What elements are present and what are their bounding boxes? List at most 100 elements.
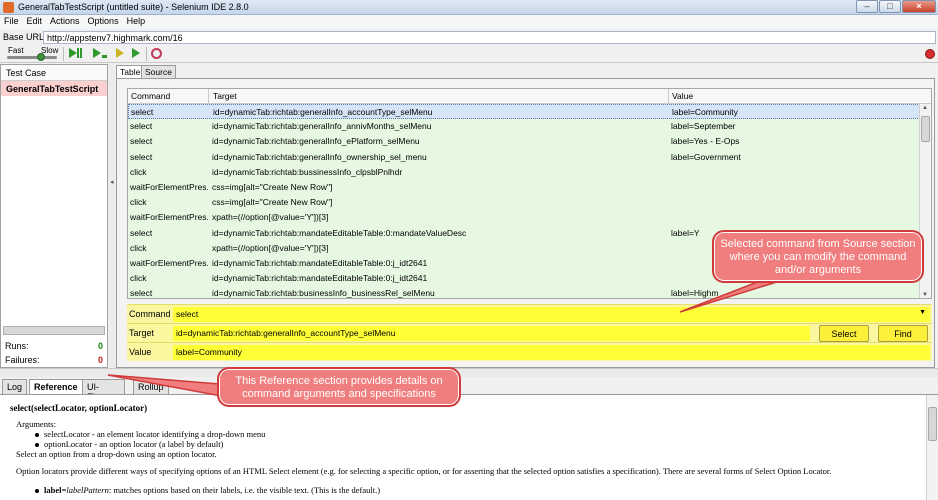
argument-item: optionLocator - an option locator (a lab…	[44, 439, 224, 449]
command-input[interactable]: select	[173, 307, 930, 322]
row-target: xpath=(//option[@value='Y'])[3]	[212, 212, 329, 223]
row-command: click	[130, 273, 147, 284]
column-divider	[208, 89, 209, 104]
row-target: css=img[alt="Create New Row"]	[212, 181, 333, 192]
scroll-up-icon[interactable]: ▲	[922, 105, 928, 111]
value-label: Value	[129, 347, 152, 357]
maximize-button[interactable]: □	[879, 0, 901, 13]
failures-label: Failures:	[5, 355, 40, 365]
window-controls: – □ ×	[855, 0, 936, 14]
play-test-case-icon[interactable]	[93, 48, 107, 59]
base-url-row: Base URL http://appstenv7.highmark.com/1…	[0, 30, 938, 45]
select-button[interactable]: Select	[819, 325, 869, 342]
bullet-icon	[35, 433, 39, 437]
runs-count: 0	[97, 341, 103, 351]
column-header-target[interactable]: Target	[213, 91, 237, 101]
reference-scrollbar[interactable]	[926, 395, 938, 500]
toolbar-separator	[63, 47, 64, 61]
tab-source[interactable]: Source	[141, 65, 176, 78]
row-target: id=dynamicTab:richtab:mandateEditableTab…	[212, 273, 428, 284]
label-keyword: label=	[44, 485, 67, 495]
table-row[interactable]: select id=dynamicTab:richtab:generalInfo_…	[128, 119, 920, 135]
run-progress-bar	[3, 326, 105, 335]
command-dropdown-icon[interactable]: ▼	[919, 309, 926, 316]
close-button[interactable]: ×	[902, 0, 936, 13]
table-row[interactable]: click css=img[alt="Create New Row"]	[128, 195, 920, 211]
column-header-value[interactable]: Value	[672, 91, 693, 101]
minimize-button[interactable]: –	[856, 0, 878, 13]
scrollbar-thumb[interactable]	[928, 407, 937, 441]
selenium-app-icon	[3, 2, 14, 13]
bullet-icon	[35, 443, 39, 447]
label-pattern: labelPattern	[66, 485, 109, 495]
row-target: xpath=(//option[@value='Y'])[3]	[212, 242, 329, 253]
label-locator-item: label=labelPattern: matches options base…	[44, 485, 380, 495]
row-command: select	[130, 288, 153, 299]
window-title: GeneralTabTestScript (untitled suite) - …	[18, 2, 249, 12]
failures-count: 0	[97, 355, 103, 365]
table-row[interactable]: select id=dynamicTab:richtab:generalInfo_…	[128, 104, 920, 120]
table-row[interactable]: waitForElementPres... xpath=(//option[@va…	[128, 210, 920, 226]
target-input[interactable]: id=dynamicTab:richtab:generalInfo_accoun…	[173, 326, 810, 341]
row-target: id=dynamicTab:richtab:bussinessInfo_clps…	[212, 166, 403, 177]
record-icon[interactable]	[925, 49, 935, 59]
table-header: Command Target Value	[128, 89, 931, 104]
table-row[interactable]: waitForElementPres... css=img[alt="Create…	[128, 179, 920, 196]
row-command: select	[130, 151, 153, 162]
row-command: click	[130, 197, 147, 208]
tab-reference[interactable]: Reference	[29, 379, 83, 394]
tab-ui-element[interactable]: UI-Element	[82, 379, 126, 402]
value-row: Value label=Community	[127, 342, 932, 361]
tab-log[interactable]: Log	[2, 379, 28, 394]
source-callout: Selected command from Source section whe…	[712, 230, 924, 283]
speed-slider[interactable]	[7, 56, 57, 59]
menu-options[interactable]: Options	[84, 15, 123, 26]
scrollbar-thumb[interactable]	[921, 116, 930, 142]
reference-paragraph: Option locators provide different ways o…	[16, 466, 832, 476]
base-url-label: Base URL	[3, 32, 45, 42]
column-header-command[interactable]: Command	[131, 91, 170, 101]
base-url-input[interactable]: http://appstenv7.highmark.com/16	[43, 31, 936, 44]
pause-step-icon[interactable]	[132, 48, 144, 59]
target-label: Target	[129, 328, 155, 338]
menu-actions[interactable]: Actions	[46, 15, 84, 26]
tab-rollup[interactable]: Rollup	[133, 379, 169, 394]
table-row[interactable]: select id=dynamicTab:richtab:businessInfo…	[128, 286, 920, 299]
argument-item: selectLocator - an element locator ident…	[44, 429, 266, 439]
reference-description: Select an option from a drop-down using …	[16, 449, 217, 459]
rollup-icon[interactable]	[151, 48, 162, 59]
row-target: id=dynamicTab:richtab:generalInfo_accoun…	[213, 107, 433, 117]
vertical-splitter[interactable]: ◂	[109, 64, 115, 368]
bullet-icon	[35, 489, 39, 493]
test-case-panel: Test Case GeneralTabTestScript Runs: 0 F…	[0, 64, 108, 368]
play-suite-icon[interactable]	[69, 48, 82, 59]
row-value: label=September	[671, 121, 736, 132]
row-command: click	[130, 242, 147, 253]
speed-slider-thumb[interactable]	[37, 53, 45, 61]
menu-help[interactable]: Help	[123, 15, 150, 26]
target-row: Target id=dynamicTab:richtab:generalInfo…	[127, 323, 932, 342]
row-command: waitForElementPres...	[130, 212, 208, 223]
menu-edit[interactable]: Edit	[23, 15, 47, 26]
test-case-item[interactable]: GeneralTabTestScript	[1, 81, 107, 96]
row-value: label=Highm	[671, 288, 719, 299]
horizontal-splitter[interactable]	[0, 368, 938, 377]
title-bar: GeneralTabTestScript (untitled suite) - …	[0, 0, 938, 15]
collapse-arrow-icon[interactable]: ◂	[110, 178, 114, 186]
table-row[interactable]: click id=dynamicTab:richtab:bussinessInfo…	[128, 164, 920, 180]
row-target: id=dynamicTab:richtab:mandateEditableTab…	[212, 257, 428, 268]
row-command: waitForElementPres...	[130, 181, 208, 192]
menu-file[interactable]: File	[0, 15, 23, 26]
toolbar-separator	[146, 47, 147, 61]
row-target: id=dynamicTab:richtab:businessInfo_busin…	[212, 288, 435, 299]
row-target: id=dynamicTab:richtab:generalInfo_owners…	[212, 151, 427, 162]
reference-panel: select(selectLocator, optionLocator) Arg…	[0, 394, 938, 500]
table-row[interactable]: select id=dynamicTab:richtab:generalInfo_…	[128, 134, 920, 150]
table-row[interactable]: select id=dynamicTab:richtab:generalInfo_…	[128, 149, 920, 165]
step-icon[interactable]	[116, 48, 128, 59]
row-command: select	[131, 107, 154, 117]
scroll-down-icon[interactable]: ▼	[922, 292, 928, 298]
find-button[interactable]: Find	[878, 325, 928, 342]
value-input[interactable]: label=Community	[173, 345, 930, 360]
reference-signature: select(selectLocator, optionLocator)	[10, 403, 148, 413]
